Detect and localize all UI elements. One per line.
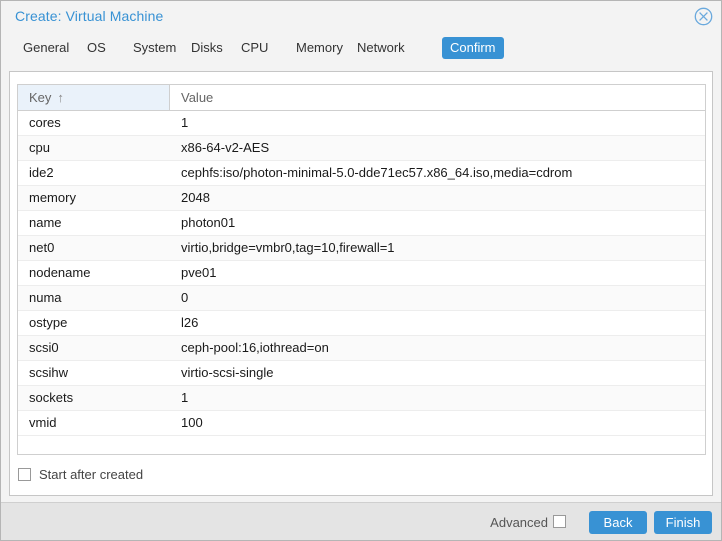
table-row[interactable]: memory 2048: [18, 186, 705, 211]
grid-empty-area: [18, 436, 705, 454]
table-row[interactable]: sockets 1: [18, 386, 705, 411]
cell-key: cpu: [29, 140, 50, 155]
cell-key: cores: [29, 115, 61, 130]
column-header-key[interactable]: Key ↑: [18, 85, 170, 110]
finish-button[interactable]: Finish: [654, 511, 712, 534]
table-row[interactable]: nodename pve01: [18, 261, 705, 286]
table-row[interactable]: cpu x86-64-v2-AES: [18, 136, 705, 161]
table-row[interactable]: ostype l26: [18, 311, 705, 336]
dialog-title: Create: Virtual Machine: [15, 8, 164, 24]
cell-key: memory: [29, 190, 76, 205]
table-row[interactable]: scsihw virtio-scsi-single: [18, 361, 705, 386]
cell-value: cephfs:iso/photon-minimal-5.0-dde71ec57.…: [181, 165, 573, 180]
table-row[interactable]: ide2 cephfs:iso/photon-minimal-5.0-dde71e…: [18, 161, 705, 186]
cell-key: nodename: [29, 265, 91, 280]
sort-ascending-icon: ↑: [57, 90, 64, 105]
cell-value: photon01: [181, 215, 236, 230]
back-button[interactable]: Back: [589, 511, 647, 534]
create-vm-dialog: Create: Virtual Machine General OS System D…: [0, 0, 722, 541]
cell-key: scsihw: [29, 365, 69, 380]
advanced-label: Advanced: [490, 515, 548, 530]
tab-confirm[interactable]: Confirm: [442, 37, 504, 59]
grid-body: cores 1 cpu x86-64-v2-AES ide2 cephfs:iso/pho…: [18, 111, 705, 454]
table-row[interactable]: vmid 100: [18, 411, 705, 436]
cell-key: numa: [29, 290, 62, 305]
tab-os[interactable]: OS: [79, 37, 114, 59]
column-header-value-label: Value: [181, 90, 214, 105]
tab-cpu[interactable]: CPU: [233, 37, 276, 59]
start-after-created-label: Start after created: [39, 466, 144, 482]
cell-key: name: [29, 215, 62, 230]
wizard-tabbar: General OS System Disks CPU Memory Network Conf…: [1, 37, 721, 67]
cell-key: ide2: [29, 165, 54, 180]
advanced-checkbox[interactable]: [553, 515, 566, 528]
tab-disks[interactable]: Disks: [183, 37, 231, 59]
cell-value: 100: [181, 415, 203, 430]
confirm-panel: Key ↑ Value cores 1 cpu x86-64-v2-AES ide2 cep…: [9, 71, 713, 496]
cell-value: 0: [181, 290, 189, 305]
cell-key: net0: [29, 240, 55, 255]
cell-value: virtio,bridge=vmbr0,tag=10,firewall=1: [181, 240, 395, 255]
tab-network[interactable]: Network: [349, 37, 413, 59]
tab-system[interactable]: System: [125, 37, 184, 59]
cell-key: vmid: [29, 415, 57, 430]
start-after-created-box[interactable]: [18, 467, 31, 481]
cell-value: x86-64-v2-AES: [181, 140, 270, 155]
cell-value: virtio-scsi-single: [181, 365, 274, 380]
column-header-key-label: Key: [29, 90, 52, 105]
cell-key: sockets: [29, 390, 74, 405]
table-row[interactable]: scsi0 ceph-pool:16,iothread=on: [18, 336, 705, 361]
table-row[interactable]: name photon01: [18, 211, 705, 236]
cell-value: 1: [181, 115, 189, 130]
tab-memory[interactable]: Memory: [288, 37, 351, 59]
table-row[interactable]: net0 virtio,bridge=vmbr0,tag=10,firewall=…: [18, 236, 705, 261]
cell-key: scsi0: [29, 340, 59, 355]
cell-key: ostype: [29, 315, 68, 330]
column-header-value[interactable]: Value: [170, 85, 705, 110]
cell-value: ceph-pool:16,iothread=on: [181, 340, 329, 355]
cell-value: 1: [181, 390, 189, 405]
start-after-created-checkbox[interactable]: Start after created: [18, 464, 143, 484]
grid-header: Key ↑ Value: [18, 85, 705, 111]
cell-value: 2048: [181, 190, 210, 205]
cell-value: pve01: [181, 265, 217, 280]
cell-value: l26: [181, 315, 199, 330]
close-icon[interactable]: [694, 7, 713, 26]
table-row[interactable]: cores 1: [18, 111, 705, 136]
dialog-footer: Advanced Back Finish: [1, 502, 721, 540]
table-row[interactable]: numa 0: [18, 286, 705, 311]
tab-general[interactable]: General: [15, 37, 77, 59]
settings-grid: Key ↑ Value cores 1 cpu x86-64-v2-AES ide2 cep…: [17, 84, 706, 455]
dialog-titlebar: Create: Virtual Machine: [1, 1, 721, 31]
